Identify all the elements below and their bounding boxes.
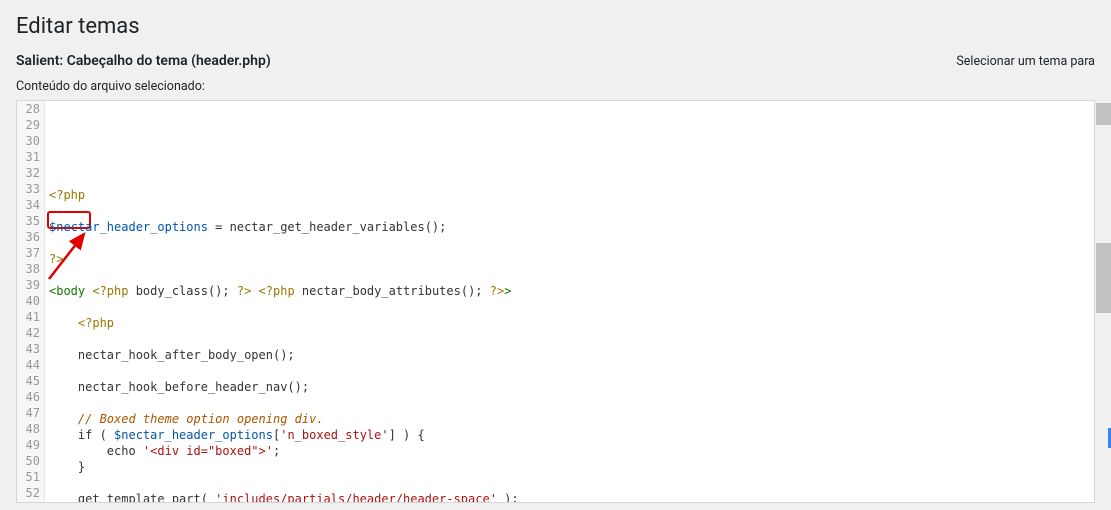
code-editor[interactable]: 2829303132333435363738394041424344454647… — [16, 100, 1095, 503]
select-theme-label: Selecionar um tema para — [956, 54, 1095, 69]
page-title: Editar temas — [16, 14, 1095, 39]
line-gutter: 2829303132333435363738394041424344454647… — [17, 101, 45, 502]
theme-file-heading: Salient: Cabeçalho do tema (header.php) — [16, 53, 271, 69]
scrollbar-thumb[interactable] — [1096, 243, 1111, 313]
code-content[interactable]: <?php$nectar_header_options = nectar_get… — [45, 101, 1094, 502]
file-content-label: Conteúdo do arquivo selecionado: — [16, 79, 1095, 94]
scrollbar-thumb[interactable] — [1096, 103, 1111, 125]
